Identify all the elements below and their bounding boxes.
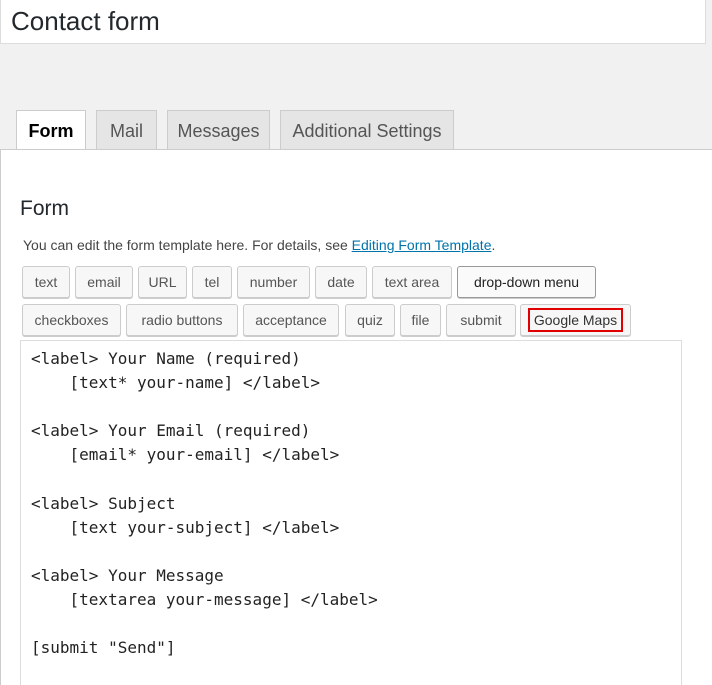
code-line: [email* your-email] </label> xyxy=(31,445,340,465)
form-template-editor[interactable]: <label> Your Name (required) [text* your… xyxy=(20,340,682,685)
code-line: [text* your-name] </label> xyxy=(31,373,320,393)
form-template-code: <label> Your Name (required) [text* your… xyxy=(31,347,378,660)
code-line: <label> Your Message xyxy=(31,565,224,585)
tag-textarea-button[interactable]: text area xyxy=(372,266,452,298)
tag-dropdown-menu-button[interactable]: drop-down menu xyxy=(457,266,596,298)
tag-checkboxes-button[interactable]: checkboxes xyxy=(22,304,121,336)
tab-form[interactable]: Form xyxy=(16,110,86,151)
tag-date-button[interactable]: date xyxy=(315,266,367,298)
tab-bar: Form Mail Messages Additional Settings xyxy=(0,110,712,151)
help-text: You can edit the form template here. For… xyxy=(23,237,496,253)
tag-tel-button[interactable]: tel xyxy=(192,266,232,298)
code-line: [textarea your-message] </label> xyxy=(31,589,378,609)
google-maps-highlight: Google Maps xyxy=(527,308,624,332)
tab-additional-settings[interactable]: Additional Settings xyxy=(280,110,454,150)
tab-mail[interactable]: Mail xyxy=(96,110,157,150)
editing-form-template-link[interactable]: Editing Form Template xyxy=(352,237,492,253)
tag-google-maps-button[interactable]: Google Maps xyxy=(520,304,631,336)
tag-radio-buttons-button[interactable]: radio buttons xyxy=(126,304,238,336)
tag-acceptance-button[interactable]: acceptance xyxy=(243,304,339,336)
code-line: <label> Subject xyxy=(31,493,176,513)
tab-messages[interactable]: Messages xyxy=(167,110,270,150)
tag-submit-button[interactable]: submit xyxy=(446,304,516,336)
section-heading: Form xyxy=(20,197,69,220)
tag-number-button[interactable]: number xyxy=(237,266,310,298)
page-title: Contact form xyxy=(11,6,160,36)
tag-text-button[interactable]: text xyxy=(22,266,70,298)
title-field[interactable]: Contact form xyxy=(0,0,706,44)
code-line: [text your-subject] </label> xyxy=(31,517,340,537)
tag-url-button[interactable]: URL xyxy=(138,266,187,298)
tag-email-button[interactable]: email xyxy=(75,266,133,298)
code-line: [submit "Send"] xyxy=(31,638,176,658)
tag-quiz-button[interactable]: quiz xyxy=(345,304,395,336)
tag-file-button[interactable]: file xyxy=(400,304,441,336)
code-line: <label> Your Email (required) xyxy=(31,421,311,441)
code-line: <label> Your Name (required) xyxy=(31,349,301,368)
